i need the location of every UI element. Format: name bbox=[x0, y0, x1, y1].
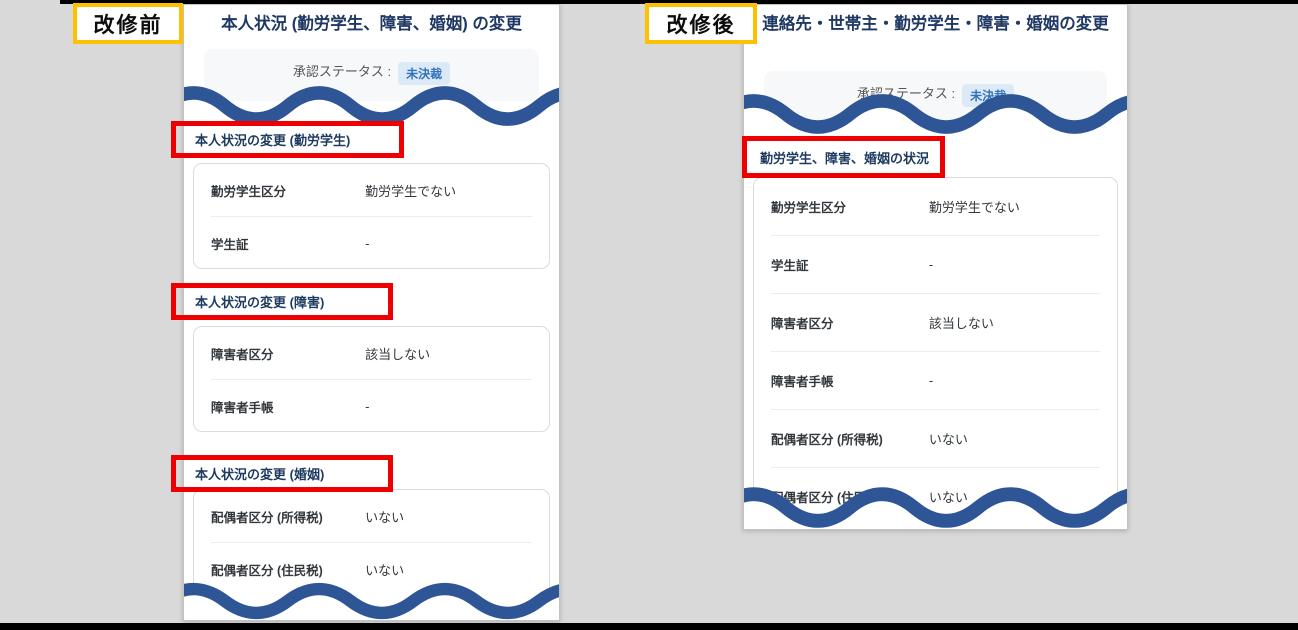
field-row: 勤労学生区分 勤労学生でない bbox=[211, 164, 532, 216]
field-value: いない bbox=[365, 509, 405, 525]
field-row: 配偶者区分 (所得税) いない bbox=[771, 409, 1100, 467]
page-title: 本人状況 (勤労学生、障害、婚姻) の変更 bbox=[221, 15, 522, 33]
field-value: いない bbox=[928, 432, 968, 447]
field-value: 該当しない bbox=[365, 346, 431, 362]
field-row: 障害者区分 該当しない bbox=[211, 327, 532, 379]
page-title: 連絡先・世帯主・勤労学生・障害・婚姻の変更 bbox=[762, 15, 1109, 33]
field-row: 障害者手帳 - bbox=[211, 379, 532, 432]
section-heading: 本人状況の変更 (婚姻) bbox=[195, 467, 325, 482]
field-label: 勤労学生区分 bbox=[211, 184, 287, 199]
frame-bottom-border bbox=[0, 623, 1298, 630]
wave-divider-icon bbox=[743, 91, 1128, 137]
field-label: 配偶者区分 (所得税) bbox=[771, 433, 883, 447]
field-value: - bbox=[365, 398, 370, 414]
field-card-combined-status: 勤労学生区分 勤労学生でない 学生証 - 障害者区分 該当しない 障害者手帳 -… bbox=[753, 177, 1118, 524]
field-label: 配偶者区分 (住民税) bbox=[211, 563, 323, 578]
field-label: 障害者手帳 bbox=[771, 375, 834, 389]
comparison-canvas: 改修前 改修後 本人状況 (勤労学生、障害、婚姻) の変更 承認ステータス : 未… bbox=[0, 0, 1298, 630]
field-value: - bbox=[928, 257, 934, 272]
annotation-red-box: 勤労学生、障害、婚姻の状況 bbox=[742, 136, 945, 178]
field-value: 該当しない bbox=[928, 316, 994, 331]
field-value: いない bbox=[365, 562, 405, 578]
field-value: - bbox=[928, 373, 934, 388]
approval-status-label: 承認ステータス : bbox=[292, 64, 392, 79]
approval-status: 承認ステータス : 未決裁 bbox=[184, 61, 559, 85]
field-label: 勤労学生区分 bbox=[771, 201, 847, 215]
field-row: 配偶者区分 (所得税) いない bbox=[211, 490, 532, 542]
section-heading: 本人状況の変更 (障害) bbox=[195, 295, 325, 310]
field-row: 勤労学生区分 勤労学生でない bbox=[771, 178, 1100, 235]
tag-before-label: 改修前 bbox=[73, 3, 183, 44]
field-label: 配偶者区分 (所得税) bbox=[211, 510, 323, 525]
field-label: 障害者区分 bbox=[211, 347, 274, 362]
annotation-red-box: 本人状況の変更 (婚姻) bbox=[171, 455, 393, 492]
status-badge: 未決裁 bbox=[398, 62, 451, 85]
field-label: 学生証 bbox=[211, 237, 249, 252]
field-row: 障害者手帳 - bbox=[771, 351, 1100, 409]
tag-after-label: 改修後 bbox=[645, 3, 757, 44]
annotation-red-box: 本人状況の変更 (勤労学生) bbox=[171, 121, 404, 158]
field-label: 学生証 bbox=[771, 259, 809, 273]
field-row: 学生証 - bbox=[771, 235, 1100, 293]
field-row: 障害者区分 該当しない bbox=[771, 293, 1100, 351]
field-row: 学生証 - bbox=[211, 216, 532, 269]
field-value: - bbox=[365, 235, 370, 251]
panel-after-screenshot: 連絡先・世帯主・勤労学生・障害・婚姻の変更 承認ステータス : 未決裁 勤労学生区… bbox=[743, 4, 1128, 530]
field-card-disability: 障害者区分 該当しない 障害者手帳 - bbox=[193, 326, 550, 432]
section-heading: 勤労学生、障害、婚姻の状況 bbox=[760, 150, 930, 166]
section-heading: 本人状況の変更 (勤労学生) bbox=[195, 133, 351, 148]
field-card-working-student: 勤労学生区分 勤労学生でない 学生証 - bbox=[193, 163, 550, 269]
field-value: 勤労学生でない bbox=[365, 183, 457, 199]
wave-divider-icon bbox=[743, 484, 1128, 530]
annotation-red-box: 本人状況の変更 (障害) bbox=[171, 283, 393, 320]
field-label: 障害者区分 bbox=[771, 317, 834, 331]
field-label: 障害者手帳 bbox=[211, 400, 274, 415]
field-value: 勤労学生でない bbox=[928, 200, 1020, 215]
wave-divider-icon bbox=[183, 580, 560, 621]
